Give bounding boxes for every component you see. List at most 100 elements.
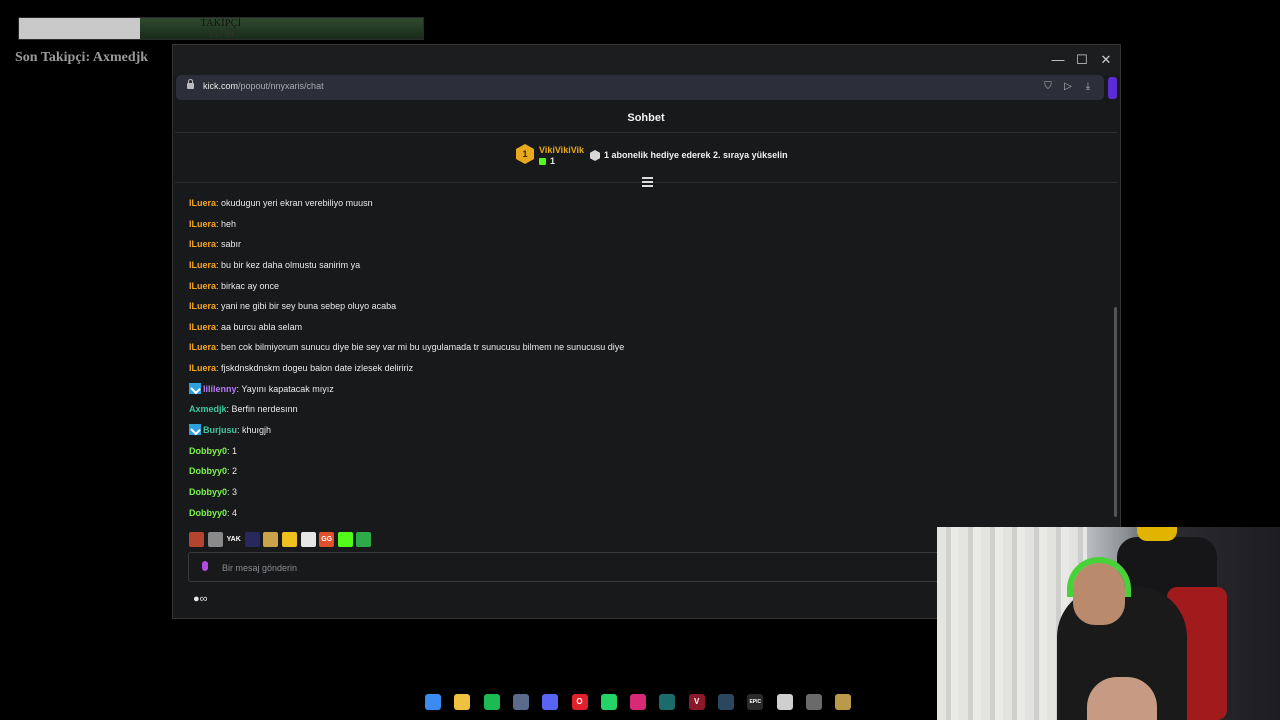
infinity-icon[interactable]: ∞ <box>200 593 208 605</box>
chat-message: ILuera: fjskdnskdnskm dogeu balon date i… <box>189 358 1089 379</box>
chat-messages: ILuera: okudugun yeri ekran verebiliyo m… <box>189 193 1089 523</box>
chat-username[interactable]: ILuera <box>189 363 216 373</box>
top-gifter-count: 1 <box>550 156 556 166</box>
league-icon[interactable] <box>659 694 676 710</box>
opera-icon[interactable]: O <box>571 694 588 710</box>
chat-username[interactable]: ILuera <box>189 301 216 311</box>
league-client-icon[interactable] <box>835 694 852 710</box>
chat-message-text: : khuıgjh <box>237 425 272 436</box>
chat-username[interactable]: Burjusu <box>203 425 237 435</box>
chat-message: ILuera: aa burcu abla selam <box>189 317 1089 338</box>
chat-message-text: : fjskdnskdnskm dogeu balon date izlesek… <box>216 363 414 374</box>
chat-message: ILuera: yani ne gibi bir sey buna sebep … <box>189 296 1089 317</box>
gift-icon <box>539 158 546 165</box>
close-button[interactable]: ✕ <box>1097 51 1115 69</box>
chat-message-text: : 4 <box>227 507 238 518</box>
windows-start-icon[interactable] <box>425 694 441 710</box>
chat-message-text: : 3 <box>227 486 238 497</box>
chat-message: ILuera: heh <box>189 214 1089 235</box>
chat-username[interactable]: ILuera <box>189 239 216 249</box>
chat-message-text: : ben cok bilmiyorum sunucu diye bie sey… <box>216 342 625 353</box>
chat-username[interactable]: ILuera <box>189 219 216 229</box>
chat-message-text: : yani ne gibi bir sey buna sebep oluyo … <box>216 301 397 312</box>
chat-username[interactable]: ILuera <box>189 198 216 208</box>
chat-username[interactable]: ILuera <box>189 322 216 332</box>
app-ring-icon[interactable] <box>776 694 793 710</box>
chat-message: Dobbyy0: 2 <box>189 461 1089 482</box>
file-explorer-icon[interactable] <box>454 694 471 710</box>
valorant-icon[interactable]: V <box>688 694 705 710</box>
emote-1-icon[interactable] <box>189 532 204 547</box>
epic-games-icon[interactable]: EPIC <box>747 694 764 710</box>
chat-message: Dobbyy0: 1 <box>189 441 1089 462</box>
chat-message-text: : birkac ay once <box>216 280 280 291</box>
address-bar[interactable]: kick.com/popout/nnyxaris/chat ⛉ ▷ ⤓ <box>176 75 1104 100</box>
chat-scrollbar[interactable] <box>1114 307 1117 517</box>
lock-icon[interactable] <box>187 79 194 89</box>
emote-10-icon[interactable] <box>356 532 372 547</box>
chat-message-text: : 2 <box>227 466 238 477</box>
chat-username[interactable]: Dobbyy0 <box>189 446 227 456</box>
chat-message-text: : okudugun yeri ekran verebiliyo muusn <box>216 198 373 208</box>
chat-username[interactable]: lililenny <box>203 384 237 394</box>
whatsapp-icon[interactable] <box>600 694 617 710</box>
chat-message-text: : aa burcu abla selam <box>216 321 303 332</box>
verified-badge-icon <box>189 424 201 436</box>
discord-icon[interactable] <box>542 694 559 710</box>
follower-bar-label: TAKİPÇİ <box>200 18 242 29</box>
gift-promo-text[interactable]: 1 abonelik hediye ederek 2. sıraya yükse… <box>604 150 788 160</box>
chat-username[interactable]: Axmedjk <box>189 404 227 414</box>
subscription-icon <box>590 150 600 161</box>
url-path: /popout/nnyxaris/chat <box>238 81 324 91</box>
spotify-icon[interactable] <box>483 694 500 710</box>
chat-input-placeholder: Bir mesaj gönderin <box>222 563 298 573</box>
url-domain: kick.com <box>203 81 239 91</box>
webcam-plush <box>1137 527 1177 541</box>
webcam-knee <box>1087 677 1157 720</box>
chat-message-text: : heh <box>216 218 237 229</box>
emote-7-icon[interactable] <box>300 532 316 547</box>
chat-message: ILuera: okudugun yeri ekran verebiliyo m… <box>189 193 1089 214</box>
top-gifter-name[interactable]: VikiVikiVik <box>539 145 584 155</box>
chat-username[interactable]: ILuera <box>189 260 216 270</box>
emote-5-icon[interactable] <box>263 532 279 547</box>
url-text[interactable]: kick.com/popout/nnyxaris/chat <box>203 81 324 91</box>
chat-username[interactable]: Dobbyy0 <box>189 508 227 518</box>
emote-2-icon[interactable] <box>207 532 223 547</box>
microphone-icon[interactable] <box>202 561 208 571</box>
chat-message: Burjusu: khuıgjh <box>189 420 1089 441</box>
chat-footer-icons[interactable]: ●∞ <box>193 593 208 605</box>
chat-message-text: : bu bir kez daha olmustu sanirim ya <box>216 259 361 270</box>
sidebar-toggle[interactable] <box>1108 77 1117 99</box>
chat-message-input[interactable]: Bir mesaj gönderin <box>188 552 948 582</box>
chat-message: Axmedjk: Berfin nerdesınn <box>189 399 1089 420</box>
chat-username[interactable]: ILuera <box>189 342 216 352</box>
follower-progress-bar: TAKİPÇİ 15 / 50 <box>18 17 424 40</box>
emote-9-icon[interactable] <box>337 532 353 547</box>
download-icon[interactable]: ⤓ <box>1082 81 1094 93</box>
minimize-button[interactable]: — <box>1049 51 1067 69</box>
emote-gg-icon[interactable]: GG <box>319 532 335 547</box>
shield-icon[interactable]: ⛉ <box>1042 81 1054 93</box>
desktop: TAKİPÇİ 15 / 50 Son Takipçi: Axmedjk — ☐… <box>0 0 1280 720</box>
window-titlebar: — ☐ ✕ <box>173 45 1120 75</box>
maximize-button[interactable]: ☐ <box>1073 51 1091 69</box>
emote-6-icon[interactable] <box>282 532 297 547</box>
collapse-banner-icon[interactable] <box>642 177 653 187</box>
chat-username[interactable]: Dobbyy0 <box>189 466 227 476</box>
verified-badge-icon <box>189 382 201 394</box>
app-circle-icon[interactable] <box>512 694 529 710</box>
chat-message: ILuera: ben cok bilmiyorum sunucu diye b… <box>189 337 1089 358</box>
chat-message-text: : Yayını kapatacak mıyız <box>236 383 334 394</box>
emote-4-icon[interactable] <box>244 532 260 547</box>
chat-username[interactable]: Dobbyy0 <box>189 487 227 497</box>
chat-username[interactable]: ILuera <box>189 281 216 291</box>
emote-yak-icon[interactable]: YAK <box>226 532 242 547</box>
top-gifter-banner: 1 VikiVikiVik 1 1 abonelik hediye ederek… <box>175 134 1117 183</box>
steam-icon[interactable] <box>718 694 734 710</box>
send-icon[interactable]: ▷ <box>1062 81 1074 93</box>
chat-message: ILuera: bu bir kez daha olmustu sanirim … <box>189 255 1089 276</box>
chat-message: lililenny: Yayını kapatacak mıyız <box>189 379 1089 400</box>
instagram-icon[interactable] <box>630 694 647 710</box>
app-notification-icon[interactable] <box>805 694 822 710</box>
